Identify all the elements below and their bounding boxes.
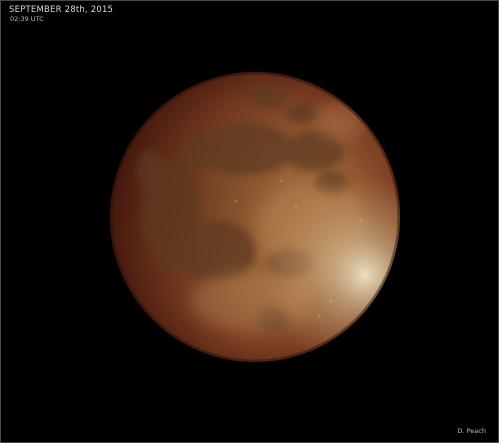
eclipsed-moon — [109, 71, 401, 363]
photographer-credit: D. Peach — [457, 427, 486, 435]
photo-caption: SEPTEMBER 28th, 2015 02:39 UTC — [9, 5, 113, 23]
eclipse-time: 02:39 UTC — [10, 14, 44, 23]
photo-frame: SEPTEMBER 28th, 2015 02:39 UTC D. Peach — [0, 0, 499, 443]
